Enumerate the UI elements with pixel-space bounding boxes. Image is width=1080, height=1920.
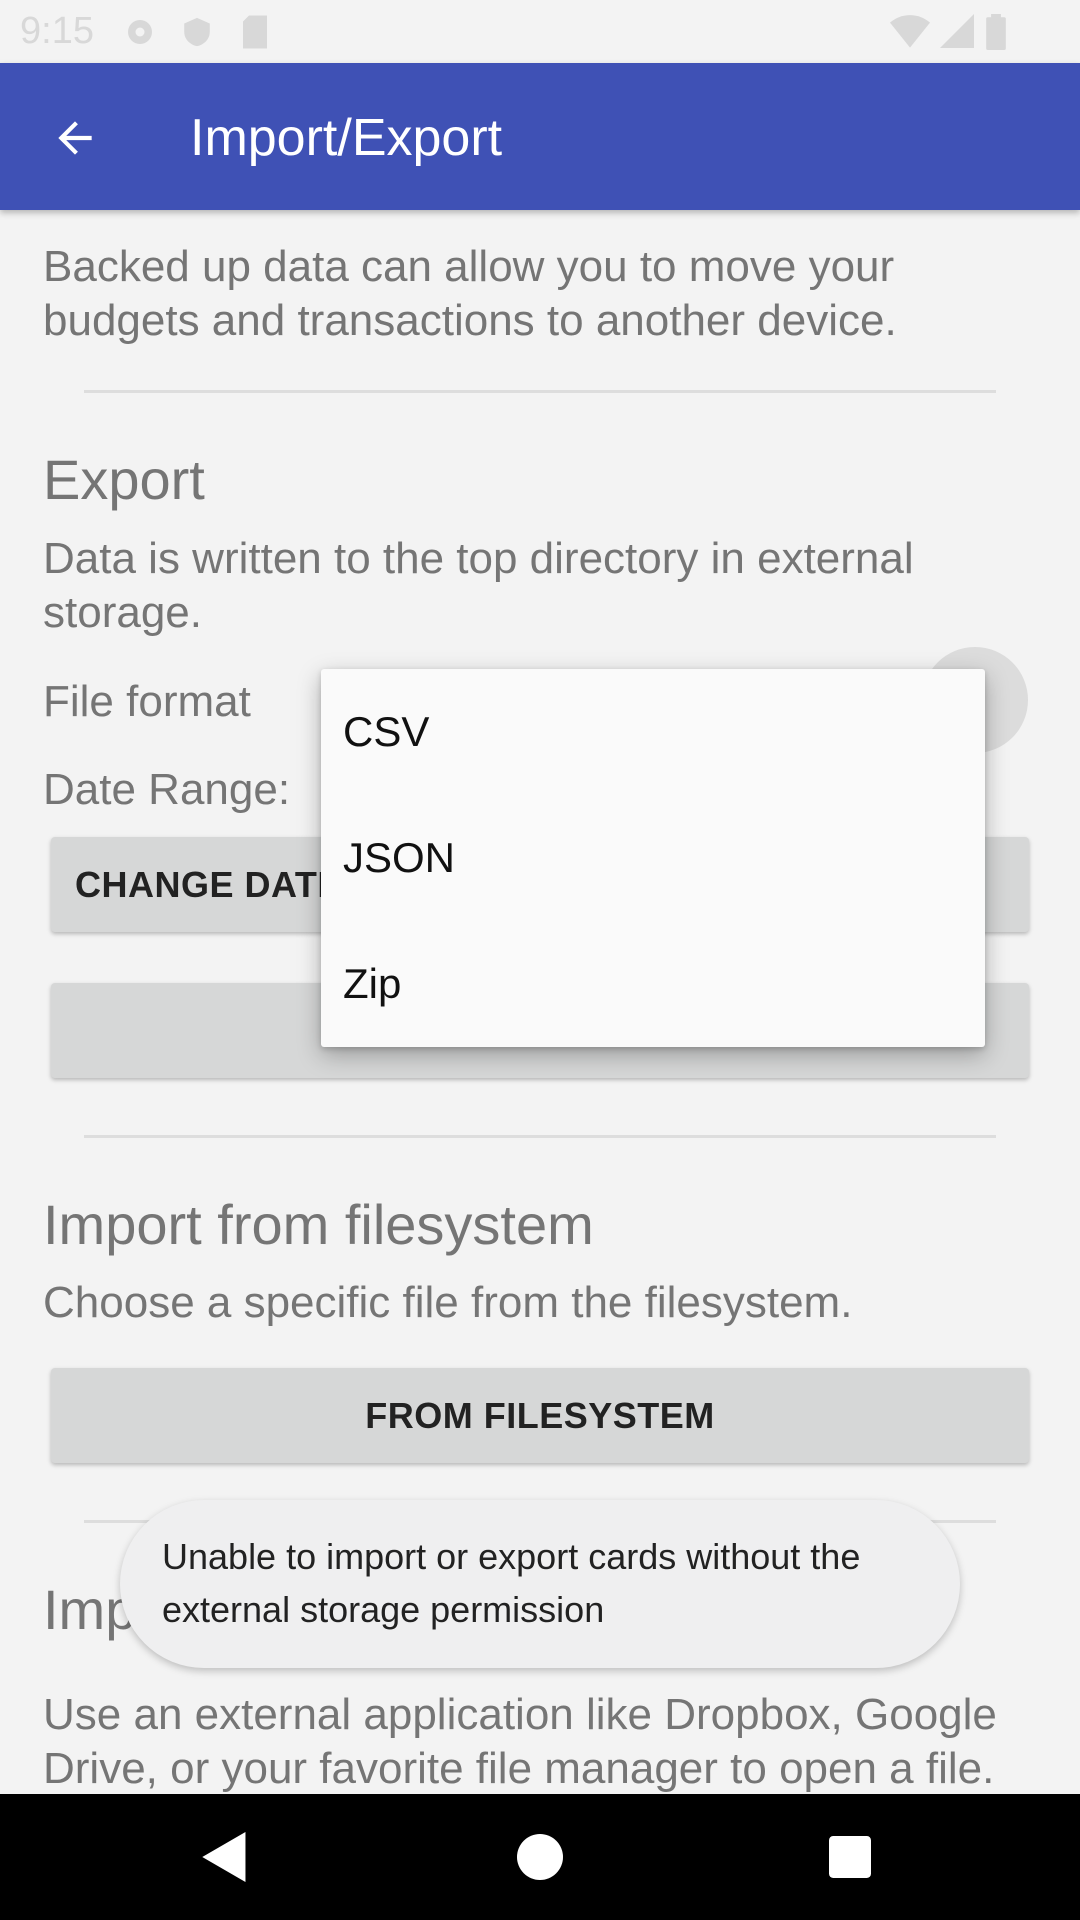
arrow-back-icon (58, 121, 92, 155)
signal-icon (940, 14, 974, 48)
back-button[interactable] (30, 93, 120, 183)
nav-recents-button[interactable] (814, 1821, 886, 1893)
status-bar: 9:15 (0, 0, 1080, 63)
file-format-dropdown: CSV JSON Zip (321, 669, 985, 1047)
nav-back-button[interactable] (189, 1821, 261, 1893)
file-format-label: File format (43, 677, 251, 726)
page-title: Import/Export (190, 109, 503, 167)
divider (84, 1135, 996, 1138)
export-description: Data is written to the top directory in … (43, 534, 914, 637)
toast-message: Unable to import or export cards without… (120, 1500, 960, 1668)
navigation-bar (0, 1794, 1080, 1920)
divider (84, 390, 996, 393)
app-bar: Import/Export (0, 63, 1080, 210)
settings-icon (128, 20, 152, 44)
import-filesystem-heading: Import from filesystem (43, 1193, 594, 1256)
date-range-label: Date Range: (43, 765, 291, 814)
status-time: 9:15 (20, 10, 94, 52)
nav-home-icon (517, 1834, 563, 1880)
nav-recents-icon (829, 1836, 871, 1878)
screen: 9:15 Import/Export Backed up data can al… (0, 0, 1080, 1920)
dropdown-option-csv[interactable]: CSV (321, 669, 985, 795)
export-heading: Export (43, 448, 205, 511)
dropdown-option-json[interactable]: JSON (321, 795, 985, 921)
wifi-icon (890, 15, 930, 48)
import-filesystem-description: Choose a specific file from the filesyst… (43, 1278, 853, 1327)
intro-text: Backed up data can allow you to move you… (43, 242, 897, 345)
sd-card-icon (243, 15, 267, 49)
battery-icon (986, 14, 1006, 50)
shield-icon (184, 17, 210, 47)
import-app-description: Use an external application like Dropbox… (43, 1690, 997, 1793)
from-filesystem-button[interactable]: FROM FILESYSTEM (51, 1368, 1029, 1463)
dropdown-option-zip[interactable]: Zip (321, 921, 985, 1047)
nav-back-icon (202, 1832, 246, 1882)
nav-home-button[interactable] (504, 1821, 576, 1893)
